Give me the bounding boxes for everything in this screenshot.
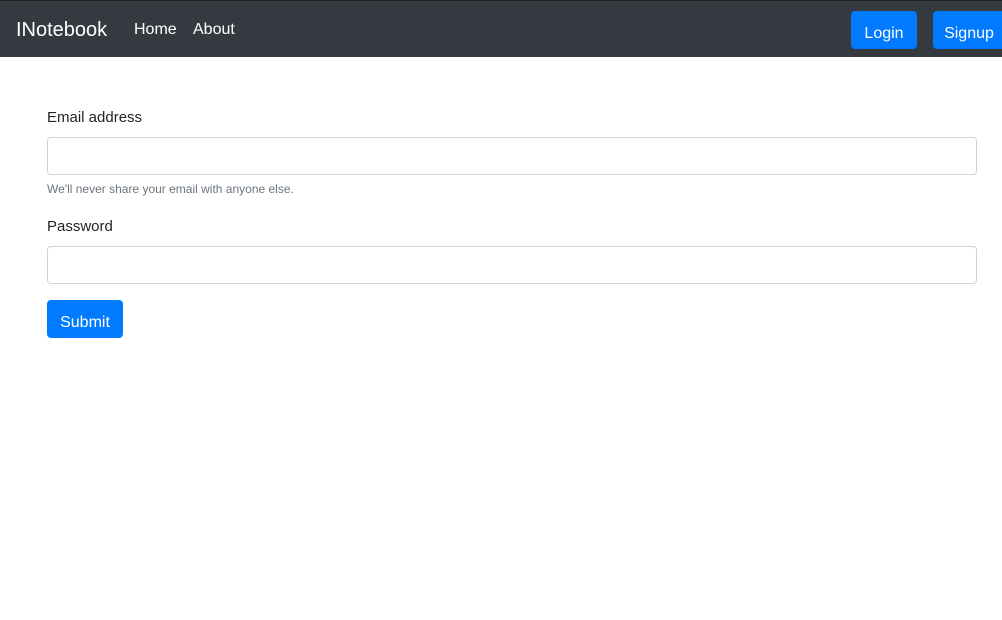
signup-button[interactable]: Signup xyxy=(933,11,1002,49)
email-help-text: We'll never share your email with anyone… xyxy=(47,182,294,196)
login-button[interactable]: Login xyxy=(851,11,917,49)
password-label: Password xyxy=(47,218,113,235)
nav-link-about[interactable]: About xyxy=(193,20,235,40)
nav-link-home[interactable]: Home xyxy=(134,20,177,40)
top-navbar: INotebook Home About Login Signup xyxy=(0,0,1002,57)
password-field[interactable] xyxy=(47,246,977,284)
email-label: Email address xyxy=(47,109,143,126)
submit-button[interactable]: Submit xyxy=(47,300,123,338)
brand-logo[interactable]: INotebook xyxy=(16,18,107,42)
email-field[interactable] xyxy=(47,137,977,175)
